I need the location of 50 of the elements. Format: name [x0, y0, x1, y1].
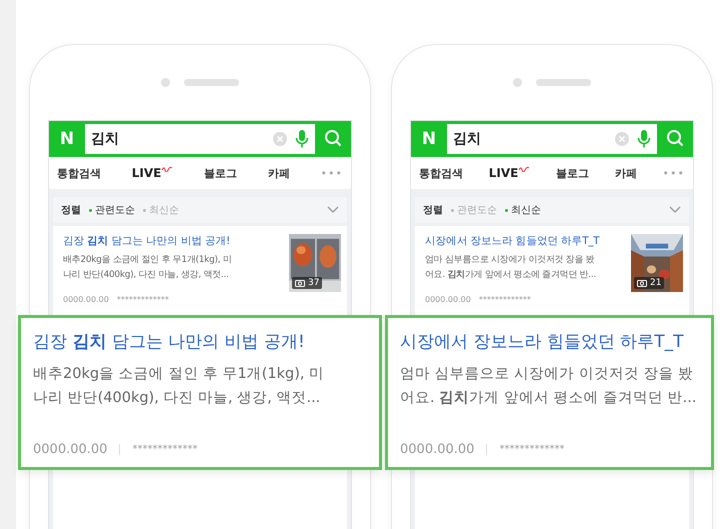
- microphone-icon[interactable]: [295, 129, 309, 149]
- author-name: *************: [478, 295, 531, 304]
- tab[interactable]: 카페: [268, 166, 290, 180]
- camera-dot: [513, 78, 522, 87]
- tab[interactable]: LIVE: [132, 166, 162, 180]
- author-name: *************: [486, 444, 564, 455]
- clear-icon[interactable]: [273, 132, 287, 146]
- microphone-icon[interactable]: [637, 129, 651, 149]
- camera-dot: [161, 78, 170, 87]
- tab[interactable]: LIVE: [488, 166, 518, 180]
- tab[interactable]: 통합검색: [57, 166, 101, 180]
- post-date: 0000.00.00: [33, 442, 108, 457]
- result-title[interactable]: 시장에서 장보느라 힘들었던 하루T_T: [400, 330, 699, 353]
- post-date: 0000.00.00: [425, 295, 471, 304]
- clear-icon[interactable]: [615, 132, 629, 146]
- camera-icon: [637, 279, 647, 287]
- squiggle-icon: [518, 166, 530, 172]
- result-snippet: 나리 반단(400kg), 다진 마늘, 생강, 액젓...: [63, 269, 230, 281]
- sort-option[interactable]: 최신순: [511, 203, 541, 217]
- tab[interactable]: 블로그: [204, 166, 238, 180]
- tab[interactable]: 통합검색: [419, 166, 463, 180]
- tab[interactable]: 카페: [614, 166, 637, 180]
- speaker-slot: [184, 79, 239, 86]
- result-snippet: 어요. 김치가게 앞에서 평소에 즐겨먹던 반...: [425, 269, 597, 281]
- result-snippet: 배추20kg을 소금에 절인 후 무1개(1kg), 미: [63, 254, 233, 266]
- result-snippet: 어요. 김치가게 앞에서 평소에 즐겨먹던 반...: [400, 389, 698, 407]
- photo-count-text: 21: [650, 278, 662, 288]
- result-snippet: 배추20kg을 소금에 절인 후 무1개(1kg), 미: [33, 365, 326, 383]
- result-snippet: 엄마 심부름으로 시장에가 이것저것 장을 봤: [425, 254, 596, 266]
- chevron-icon[interactable]: [327, 206, 339, 214]
- post-date: 0000.00.00: [63, 295, 109, 304]
- photo-count-text: 37: [308, 278, 320, 288]
- sort-option[interactable]: 관련도순: [95, 203, 135, 217]
- search-field[interactable]: 김치: [447, 124, 657, 154]
- speaker-slot: [536, 79, 591, 86]
- author-name: *************: [119, 444, 198, 455]
- search-field[interactable]: 김치: [85, 124, 315, 154]
- squiggle-icon: [161, 166, 174, 172]
- result-snippet: 나리 반단(400kg), 다진 마늘, 생강, 액젓...: [33, 389, 322, 407]
- author-name: *************: [116, 295, 169, 304]
- result-snippet: 엄마 심부름으로 시장에가 이것저것 장을 봤: [400, 365, 694, 383]
- result-title[interactable]: 김장 김치 담그는 나만의 비법 공개!: [33, 330, 367, 353]
- post-date: 0000.00.00: [400, 442, 474, 457]
- camera-icon: [295, 279, 305, 287]
- chevron-icon[interactable]: [669, 206, 681, 214]
- sort-label: 정렬: [61, 204, 81, 217]
- sort-label: 정렬: [423, 204, 443, 217]
- tab[interactable]: 블로그: [556, 166, 590, 180]
- result-title[interactable]: 김장 김치 담그는 나만의 비법 공개!: [63, 234, 285, 248]
- result-title[interactable]: 시장에서 장보느라 힘들었던 하루T_T: [425, 234, 627, 248]
